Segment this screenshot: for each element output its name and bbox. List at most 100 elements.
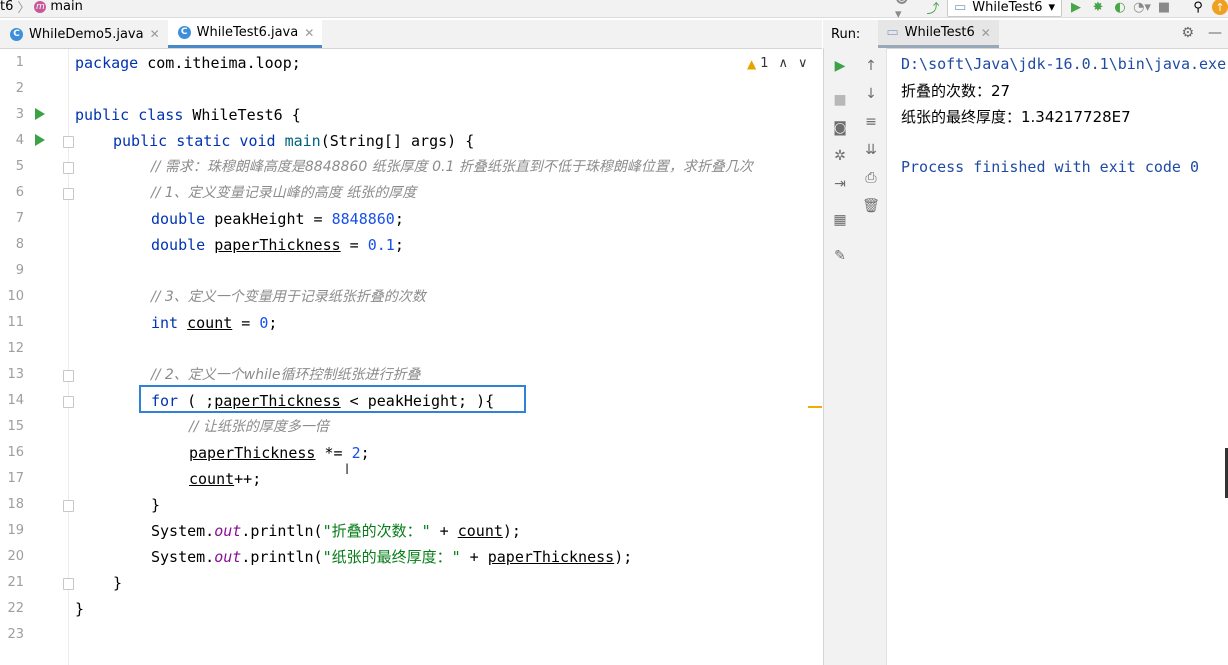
line-number: 10 [7, 289, 24, 304]
run-configuration-label: WhileTest6 [972, 0, 1043, 15]
chevron-down-icon: ▾ [1048, 0, 1055, 15]
arrow-up-icon[interactable]: ↑ [861, 56, 881, 76]
code-line-21: } [113, 574, 123, 592]
selection-highlight [139, 385, 526, 413]
debug-icon[interactable]: ✸ [1090, 0, 1106, 15]
run-label: Run: [831, 26, 861, 42]
line-number: 7 [15, 211, 24, 226]
close-icon[interactable]: ✕ [150, 27, 160, 41]
warning-count: 1 [760, 56, 769, 71]
class-icon: C [177, 26, 191, 39]
update-icon[interactable]: ↑ [1212, 0, 1228, 15]
text-cursor-icon: I [345, 462, 350, 478]
rerun-icon[interactable]: ▶ [830, 56, 850, 76]
code-line-20: System.out.println("纸张的最终厚度：" + paperThi… [151, 548, 633, 566]
chevron-up-icon[interactable]: ∧ [779, 56, 789, 71]
file-icon: ▭ [953, 0, 967, 15]
console-line: 折叠的次数：27 [901, 82, 1011, 100]
chevron-down-icon[interactable]: ∨ [798, 56, 808, 71]
line-number: 18 [7, 497, 24, 512]
line-gutter: 1 2 3 4 5 6 7 8 9 10 11 12 13 14 15 16 1… [0, 49, 74, 665]
line-number: 9 [15, 263, 24, 278]
user-icon[interactable]: ☻▾ [895, 0, 911, 22]
fold-icon[interactable] [63, 188, 74, 200]
code-line-3: public class WhileTest6 { [75, 106, 301, 124]
run-icon[interactable]: ▶ [1068, 0, 1084, 15]
code-line-17: count++; [189, 470, 262, 488]
soft-wrap-icon[interactable]: ≡ [861, 112, 881, 132]
close-icon[interactable]: ✕ [981, 26, 991, 40]
code-line-16: paperThickness *= 2; [189, 444, 370, 462]
code-editor[interactable]: 1 2 3 4 5 6 7 8 9 10 11 12 13 14 15 16 1… [0, 49, 822, 665]
tab-whiledemo5[interactable]: C WhileDemo5.java ✕ [0, 20, 168, 48]
tab-whiletest6[interactable]: C WhileTest6.java ✕ [167, 20, 323, 48]
warning-marker[interactable] [808, 406, 822, 408]
run-method-icon[interactable] [35, 134, 45, 146]
print-icon[interactable]: ⎙ [861, 168, 881, 188]
line-number: 3 [15, 107, 24, 122]
line-number: 4 [15, 133, 24, 148]
run-class-icon[interactable] [35, 108, 45, 120]
code-line-18: } [151, 496, 161, 514]
fold-icon[interactable] [63, 578, 74, 590]
run-configuration-select[interactable]: ▭ WhileTest6 ▾ [946, 0, 1062, 17]
gear-icon[interactable]: ⚙ [1181, 25, 1194, 41]
code-line-15: // 让纸张的厚度多一倍 [189, 419, 329, 435]
line-number: 23 [7, 627, 24, 642]
exit-icon[interactable]: ⇥ [830, 174, 850, 194]
main-toolbar: ☻▾ ⤴ ▭ WhileTest6 ▾ ▶ ✸ ◐ ◔▾ ■ ⚲ ↑ [895, 0, 1228, 22]
code-line-22: } [75, 600, 85, 618]
run-tab-whiletest6[interactable]: ▭ WhileTest6 ✕ [878, 20, 999, 48]
arrow-down-icon[interactable]: ↓ [861, 84, 881, 104]
fold-icon[interactable] [63, 162, 74, 174]
code-line-4: public static void main(String[] args) { [113, 132, 475, 150]
line-number: 11 [7, 315, 24, 330]
line-number: 14 [7, 393, 24, 408]
navigation-bar: t6 〉 m main ☻▾ ⤴ ▭ WhileTest6 ▾ ▶ ✸ ◐ ◔▾… [0, 0, 1228, 22]
line-number: 2 [15, 81, 24, 96]
breadcrumb-item-main[interactable]: main [50, 0, 82, 14]
coverage-icon[interactable]: ◐ [1112, 0, 1128, 15]
line-number: 21 [7, 575, 24, 590]
console-line: 纸张的最终厚度：1.34217728E7 [901, 108, 1131, 126]
editor-tab-bar: C WhileDemo5.java ✕ C WhileTest6.java ✕ [0, 20, 822, 49]
scroll-to-end-icon[interactable]: ⇊ [861, 140, 881, 160]
code-line-10: // 3、定义一个变量用于记录纸张折叠的次数 [151, 289, 426, 305]
close-icon[interactable]: ✕ [304, 26, 314, 40]
run-tab-label: WhileTest6 [904, 25, 975, 40]
code-line-8: double paperThickness = 0.1; [151, 236, 404, 254]
fold-icon[interactable] [63, 500, 74, 512]
line-number: 19 [7, 523, 24, 538]
class-icon: C [10, 27, 23, 41]
breadcrumb-item[interactable]: t6 [0, 0, 13, 14]
run-toolbar-left: ▶ ■ ◙ ✲ ⇥ ▦ ✎ [823, 48, 856, 665]
console-line-command: D:\soft\Java\jdk-16.0.1\bin\java.exe [901, 55, 1227, 73]
minimize-icon[interactable]: — [1208, 25, 1222, 41]
stop-icon[interactable]: ■ [830, 90, 850, 110]
debug-bug-icon[interactable]: ✲ [830, 146, 850, 166]
code-line-19: System.out.println("折叠的次数：" + count); [151, 522, 521, 540]
profile-icon[interactable]: ◔▾ [1133, 0, 1151, 15]
trash-icon[interactable]: 🗑 [861, 196, 881, 216]
console-output[interactable]: D:\soft\Java\jdk-16.0.1\bin\java.exe 折叠的… [887, 49, 1228, 665]
tab-label: WhileTest6.java [196, 25, 299, 40]
camera-icon[interactable]: ◙ [830, 118, 850, 138]
line-number: 22 [7, 601, 24, 616]
chevron-right-icon: 〉 [17, 1, 31, 16]
code-line-1: package com.itheima.loop; [75, 54, 301, 72]
line-number: 5 [15, 159, 24, 174]
inspection-widget[interactable]: ▲ 1 ∧ ∨ [747, 56, 808, 71]
fold-icon[interactable] [63, 370, 74, 382]
pin-icon[interactable]: ✎ [830, 246, 850, 266]
tab-label: WhileDemo5.java [29, 26, 144, 42]
line-number: 13 [7, 367, 24, 382]
fold-icon[interactable] [63, 396, 74, 408]
stop-icon[interactable]: ■ [1156, 0, 1172, 15]
run-header-icons: ⚙ — [1181, 25, 1222, 41]
build-hammer-icon[interactable]: ⤴ [925, 0, 941, 17]
search-icon[interactable]: ⚲ [1190, 0, 1206, 15]
line-number: 15 [7, 419, 24, 434]
line-number: 20 [7, 549, 24, 564]
layout-icon[interactable]: ▦ [830, 210, 850, 230]
fold-icon[interactable] [63, 136, 74, 148]
